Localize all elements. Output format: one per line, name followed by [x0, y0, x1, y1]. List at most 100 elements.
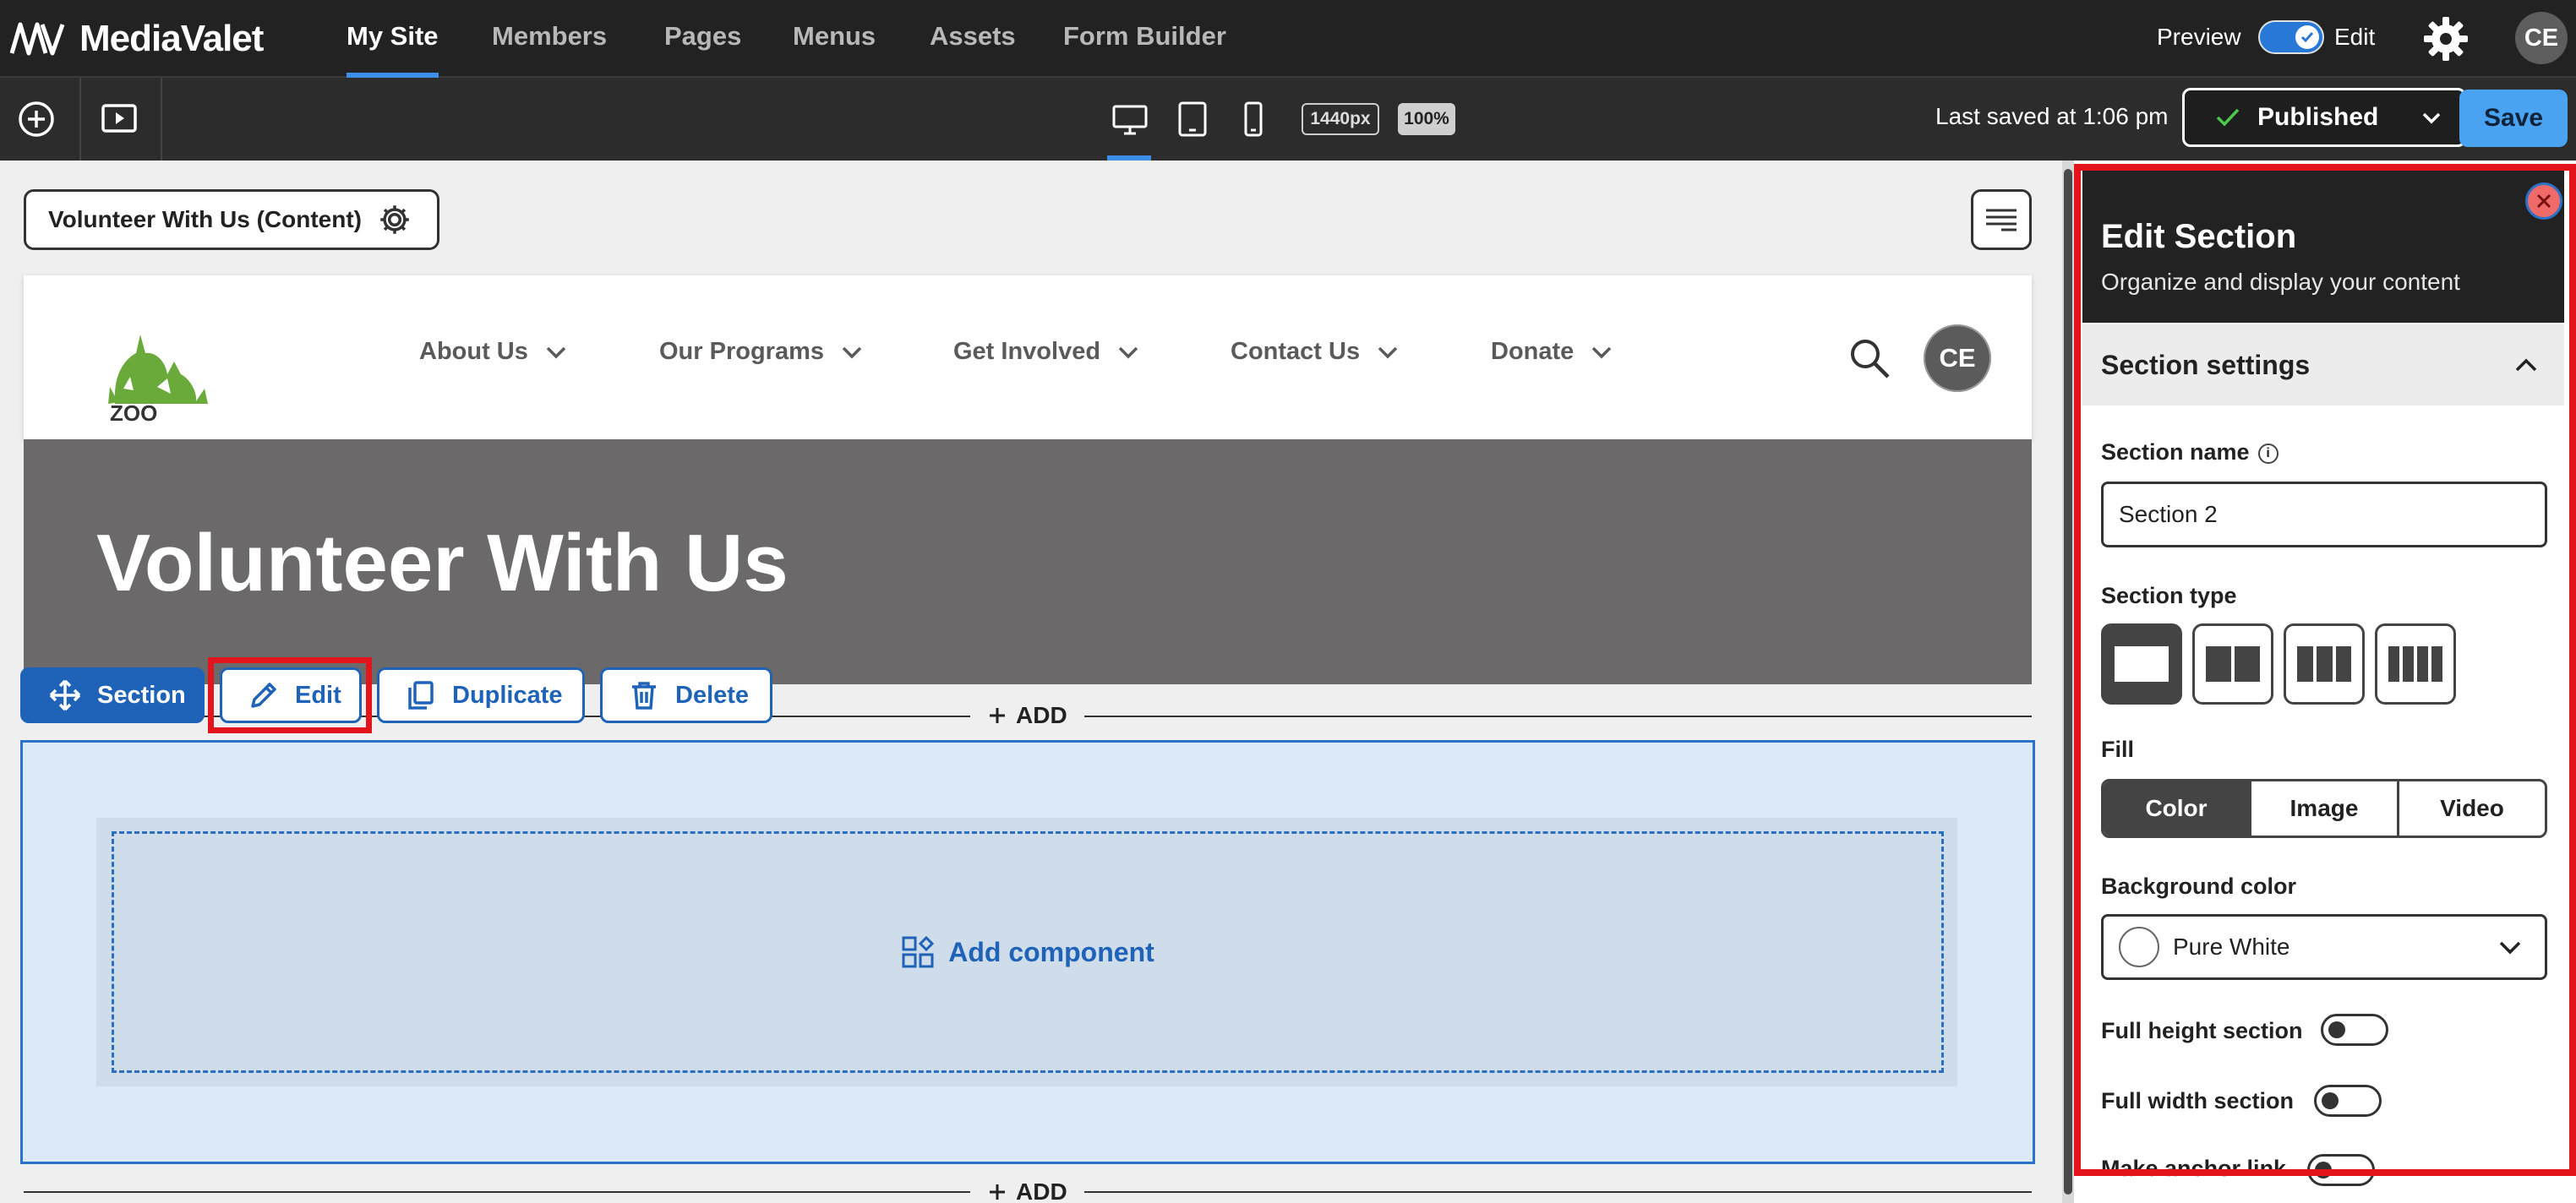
anchor-link-label: Make anchor link [2101, 1156, 2287, 1181]
full-height-label: Full height section [2101, 1018, 2303, 1043]
site-nav-contact-us[interactable]: Contact Us [1231, 338, 1400, 366]
add-circle-icon[interactable] [15, 98, 57, 140]
toolbar-divider [79, 78, 81, 161]
info-icon[interactable]: i [2257, 443, 2279, 464]
publish-status-dropdown[interactable]: Published [2182, 88, 2466, 147]
fill-option-video[interactable]: Video [2397, 781, 2545, 836]
site-nav-label: Our Programs [659, 338, 824, 365]
site-nav-about-us[interactable]: About Us [419, 338, 569, 366]
chevron-down-icon [546, 346, 566, 358]
nav-menus[interactable]: Menus [793, 0, 876, 78]
add-section-button[interactable]: ADD [970, 1175, 1084, 1203]
add-component-dropzone[interactable]: Add component [112, 831, 1944, 1073]
panel-title: Edit Section [2101, 218, 2297, 255]
section-type-two-columns[interactable] [2192, 623, 2273, 705]
full-width-toggle[interactable] [2314, 1085, 2382, 1117]
width-indicator: 1440px [1302, 103, 1379, 135]
zoom-indicator[interactable]: 100% [1398, 103, 1455, 135]
user-avatar[interactable]: CE [2515, 12, 2568, 64]
publish-status-label: Published [2257, 103, 2379, 131]
fill-label: Fill [2101, 737, 2134, 762]
section-type-label: Section type [2101, 583, 2237, 608]
chevron-down-icon [2499, 941, 2521, 955]
page-settings-gear-icon[interactable] [377, 202, 412, 237]
close-panel-button[interactable] [2525, 182, 2562, 220]
site-user-avatar[interactable]: CE [1924, 324, 1991, 392]
one-column-icon [2115, 646, 2169, 682]
section-type-one-column[interactable] [2101, 623, 2182, 705]
plus-icon [990, 708, 1005, 723]
color-swatch [2119, 927, 2159, 967]
list-menu-icon [1986, 209, 2017, 231]
close-icon [2536, 193, 2551, 209]
nav-my-site[interactable]: My Site [347, 0, 439, 78]
nav-pages[interactable]: Pages [664, 0, 741, 78]
preview-label: Preview [2157, 24, 2241, 50]
trash-icon [632, 682, 656, 710]
toggle-knob [2328, 1021, 2345, 1038]
check-icon [2295, 25, 2319, 49]
site-nav-label: Get Involved [953, 338, 1101, 365]
full-width-label: Full width section [2101, 1088, 2294, 1113]
add-component-label: Add component [948, 936, 1154, 967]
preview-edit-toggle[interactable] [2258, 20, 2324, 54]
section-type-four-columns[interactable] [2375, 623, 2456, 705]
background-color-select[interactable]: Pure White [2101, 914, 2547, 980]
full-height-toggle[interactable] [2321, 1014, 2388, 1046]
section-settings-accordion[interactable]: Section settings [2082, 324, 2564, 406]
canvas-scrollbar[interactable] [2062, 161, 2074, 1203]
nav-members[interactable]: Members [492, 0, 607, 78]
background-color-label: Background color [2101, 874, 2297, 899]
add-label: ADD [1016, 702, 1067, 728]
delete-label: Delete [675, 681, 750, 709]
last-saved-text: Last saved at 1:06 pm [1935, 103, 2169, 129]
hero-title: Volunteer With Us [96, 518, 789, 608]
scrollbar-thumb[interactable] [2064, 169, 2072, 1195]
background-color-value: Pure White [2173, 934, 2290, 960]
section-delete-button[interactable]: Delete [600, 667, 772, 723]
three-columns-icon [2297, 646, 2351, 682]
add-section-button[interactable]: ADD [970, 699, 1084, 732]
site-nav-donate[interactable]: Donate [1491, 338, 1614, 366]
panel-subtitle: Organize and display your content [2101, 269, 2460, 295]
site-nav-our-programs[interactable]: Our Programs [659, 338, 865, 366]
section-label: Section [97, 681, 186, 709]
editor-toolbar: 1440px 100% Last saved at 1:06 pm Publis… [0, 78, 2576, 161]
site-nav-label: About Us [419, 338, 528, 365]
desktop-view-icon[interactable] [1111, 100, 1149, 139]
section-name-label: Section name [2101, 439, 2250, 465]
site-nav-get-involved[interactable]: Get Involved [953, 338, 1141, 366]
logo-text: MediaValet [79, 18, 264, 59]
mediavalet-logo[interactable]: MediaValet [8, 15, 264, 63]
add-component-icon [902, 935, 935, 968]
save-button[interactable]: Save [2459, 90, 2568, 147]
section-name-input[interactable] [2101, 482, 2547, 547]
fill-segmented-control: Color Image Video [2101, 779, 2547, 838]
settings-gear-icon[interactable] [2420, 14, 2471, 64]
top-navigation: MediaValet My Site Members Pages Menus A… [0, 0, 2576, 78]
chevron-down-icon [1118, 346, 1138, 358]
fill-option-image[interactable]: Image [2249, 781, 2397, 836]
page-name-chip[interactable]: Volunteer With Us (Content) [24, 189, 439, 250]
duplicate-label: Duplicate [452, 681, 563, 709]
accordion-title: Section settings [2101, 349, 2311, 380]
zoo-logo-text: ZOO [110, 400, 158, 426]
search-icon[interactable] [1846, 335, 1893, 382]
section-duplicate-button[interactable]: Duplicate [377, 667, 585, 723]
chevron-down-icon [1378, 346, 1398, 358]
section-move-button[interactable]: Section [20, 667, 205, 723]
duplicate-icon [408, 681, 434, 710]
preview-play-icon[interactable] [98, 98, 140, 140]
nav-form-builder[interactable]: Form Builder [1063, 0, 1226, 78]
add-label: ADD [1016, 1179, 1067, 1203]
mobile-view-icon[interactable] [1234, 100, 1273, 139]
nav-assets[interactable]: Assets [930, 0, 1016, 78]
anchor-link-toggle[interactable] [2307, 1154, 2375, 1186]
tablet-view-icon[interactable] [1173, 100, 1212, 139]
page-outline-menu-button[interactable] [1971, 189, 2032, 250]
chevron-down-icon [1592, 346, 1612, 358]
site-nav-label: Donate [1491, 338, 1575, 365]
fill-option-color[interactable]: Color [2104, 781, 2249, 836]
edit-button-highlight [208, 657, 372, 733]
section-type-three-columns[interactable] [2284, 623, 2365, 705]
